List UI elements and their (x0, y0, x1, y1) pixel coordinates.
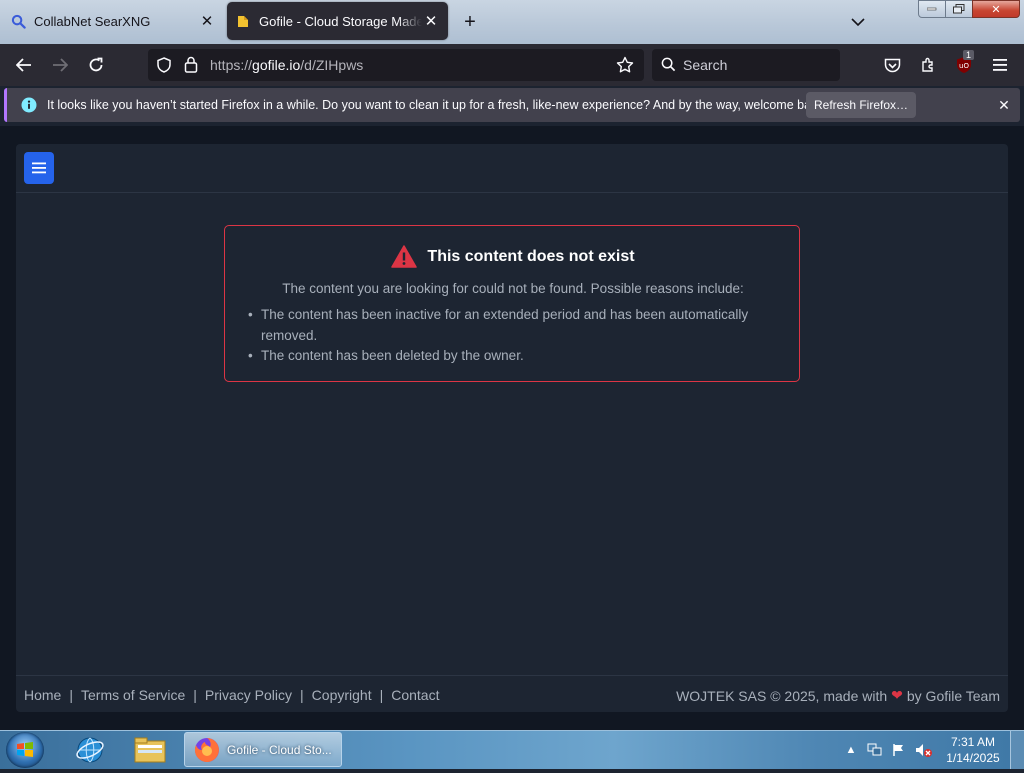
tab-title: CollabNet SearXNG (34, 13, 151, 29)
search-icon (10, 13, 26, 29)
volume-muted-icon[interactable] (914, 731, 934, 769)
error-subtitle: The content you are looking for could no… (282, 281, 744, 296)
restore-window-button[interactable] (945, 0, 973, 18)
footer-link-copyright[interactable]: Copyright (312, 687, 372, 703)
main-panel: This content does not exist The content … (16, 144, 1008, 712)
search-icon (661, 57, 676, 77)
url-scheme: https:// (210, 57, 253, 73)
separator: | (300, 687, 304, 703)
tab-title: Gofile - Cloud Storage Made Simple (259, 13, 422, 29)
pocket-icon[interactable] (880, 53, 904, 77)
svg-text:uO: uO (959, 62, 969, 70)
footer-links: Home | Terms of Service | Privacy Policy… (24, 687, 439, 703)
minimize-window-button[interactable] (918, 0, 946, 18)
footer-divider (16, 675, 1008, 676)
taskbar-task-firefox[interactable]: Gofile - Cloud Sto... (184, 732, 342, 767)
heart-icon: ❤ (891, 687, 903, 703)
menu-toggle-button[interactable] (24, 152, 54, 184)
notification-message: It looks like you haven’t started Firefo… (47, 98, 828, 112)
search-input[interactable]: Search (652, 49, 840, 81)
warning-triangle-icon (391, 245, 418, 268)
close-tab-icon[interactable]: ✕ (198, 12, 216, 30)
close-icon[interactable]: ✕ (994, 95, 1014, 115)
show-hidden-icons-icon[interactable]: ▲ (844, 731, 858, 769)
separator: | (69, 687, 73, 703)
url-text[interactable]: https://gofile.io/d/ZIHpws (210, 57, 363, 73)
ublock-badge: 1 (963, 50, 975, 60)
copyright-suffix: by Gofile Team (906, 687, 1000, 704)
network-icon[interactable] (866, 731, 884, 769)
back-arrow-icon[interactable] (12, 53, 36, 77)
error-alert: This content does not exist The content … (224, 225, 800, 382)
ie-globe-icon[interactable] (64, 734, 116, 766)
firefox-icon (193, 736, 221, 764)
system-clock[interactable]: 7:31 AM 1/14/2025 (940, 734, 1006, 766)
show-desktop-button[interactable] (1010, 731, 1024, 769)
forward-arrow-icon[interactable] (48, 53, 72, 77)
clock-date: 1/14/2025 (946, 751, 1000, 765)
taskbar: Gofile - Cloud Sto... ▲ 7:31 AM 1/14/202… (0, 730, 1024, 769)
list-all-tabs-icon[interactable] (848, 12, 868, 32)
lock-icon[interactable] (184, 56, 198, 78)
copyright-notice: WOJTEK SAS © 2025, made with ❤ by Gofile… (676, 687, 1000, 704)
bookmark-star-icon[interactable] (616, 56, 634, 79)
nav-toolbar: https://gofile.io/d/ZIHpws Search uO 1 (0, 44, 1024, 86)
separator: | (193, 687, 197, 703)
list-item: The content has been inactive for an ext… (248, 305, 781, 346)
error-title-row: This content does not exist (225, 245, 801, 268)
url-bar[interactable]: https://gofile.io/d/ZIHpws (148, 49, 644, 81)
clock-time: 7:31 AM (950, 735, 996, 749)
info-icon (21, 97, 37, 118)
close-tab-icon[interactable]: ✕ (422, 12, 440, 30)
url-host: gofile.io (252, 57, 301, 73)
reload-icon[interactable] (84, 53, 108, 77)
action-center-flag-icon[interactable] (890, 731, 908, 769)
header-divider (16, 192, 1008, 193)
footer-link-contact[interactable]: Contact (391, 687, 439, 703)
tab-strip: CollabNet SearXNG ✕ Gofile - Cloud Stora… (0, 0, 1024, 44)
page-content: This content does not exist The content … (0, 126, 1024, 730)
refresh-firefox-notification: It looks like you haven’t started Firefo… (4, 88, 1020, 122)
list-item: The content has been deleted by the owne… (248, 346, 781, 367)
shield-icon[interactable] (156, 57, 172, 78)
url-path: /d/ZIHpws (300, 57, 364, 73)
copyright-prefix: WOJTEK SAS © 2025, made with (676, 687, 888, 704)
file-explorer-folder-icon[interactable] (124, 734, 176, 766)
footer-link-privacy[interactable]: Privacy Policy (205, 687, 292, 703)
gofile-favicon-icon (235, 13, 251, 29)
error-title: This content does not exist (427, 247, 635, 265)
start-button[interactable] (6, 732, 44, 768)
tab-gofile[interactable]: Gofile - Cloud Storage Made Simple ✕ (227, 2, 448, 40)
hamburger-menu-icon[interactable] (988, 53, 1012, 77)
error-reasons-list: The content has been inactive for an ext… (248, 305, 781, 367)
search-placeholder: Search (683, 57, 728, 73)
footer-link-terms[interactable]: Terms of Service (81, 687, 185, 703)
new-tab-icon[interactable]: + (458, 10, 482, 34)
close-window-button[interactable]: ✕ (972, 0, 1020, 18)
refresh-firefox-button[interactable]: Refresh Firefox… (806, 92, 916, 118)
extensions-puzzle-icon[interactable] (916, 53, 940, 77)
tab-searxng[interactable]: CollabNet SearXNG ✕ (2, 2, 224, 40)
taskbar-task-label: Gofile - Cloud Sto... (227, 742, 332, 757)
menu-icon (32, 162, 46, 174)
windows-logo-icon (17, 742, 33, 757)
ublock-origin-icon[interactable]: uO 1 (952, 50, 976, 77)
footer-link-home[interactable]: Home (24, 687, 61, 703)
separator: | (379, 687, 384, 703)
